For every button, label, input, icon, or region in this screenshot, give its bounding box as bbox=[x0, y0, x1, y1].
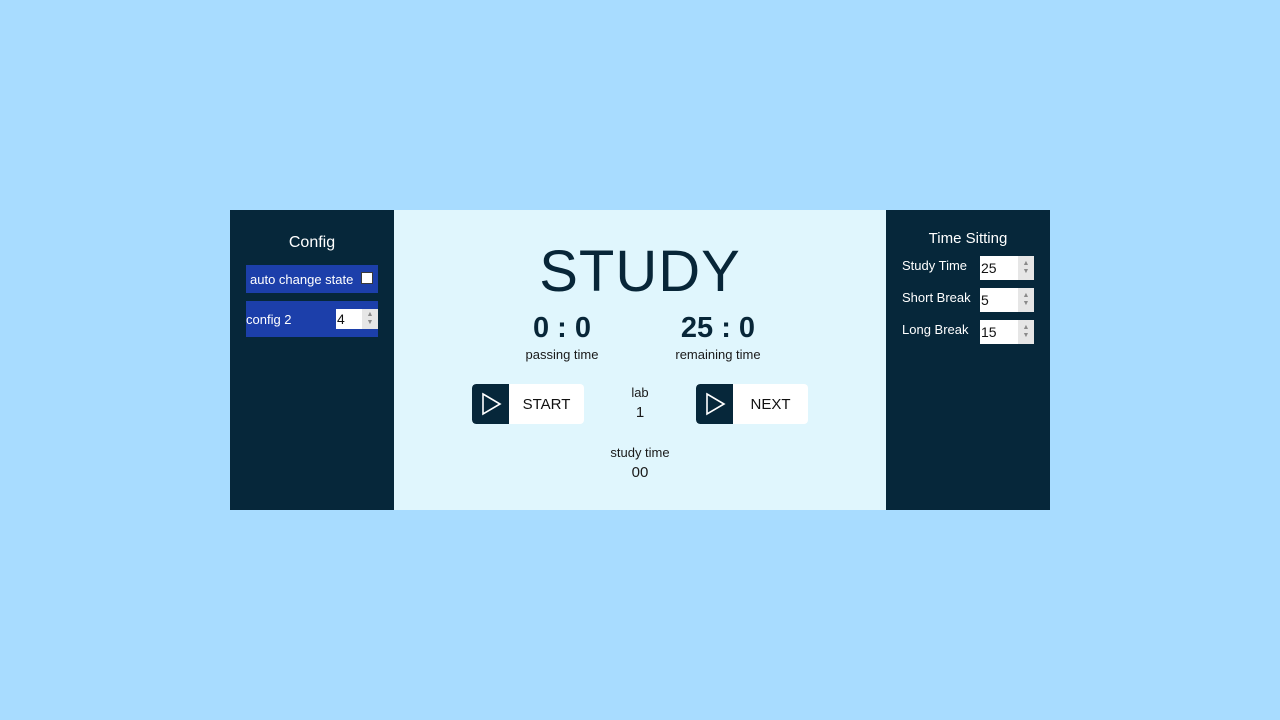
config-2-spinbox[interactable]: 4 ▲ ▼ bbox=[336, 309, 378, 329]
study-time-setting-row: Study Time 25 ▲ ▼ bbox=[886, 256, 1050, 280]
study-time-label: study time bbox=[610, 445, 670, 460]
state-title: STUDY bbox=[539, 239, 741, 304]
spin-arrows[interactable]: ▲ ▼ bbox=[1018, 320, 1034, 344]
pomodoro-app: Config auto change state config 2 4 ▲ ▼ … bbox=[230, 210, 1050, 510]
config-2-row: config 2 4 ▲ ▼ bbox=[246, 301, 378, 337]
remaining-time-display: 25 : 0 remaining time bbox=[658, 312, 778, 362]
long-break-spinbox[interactable]: 15 ▲ ▼ bbox=[980, 320, 1034, 344]
spin-down-icon[interactable]: ▼ bbox=[1023, 300, 1030, 308]
time-setting-panel: Time Sitting Study Time 25 ▲ ▼ Short Bre… bbox=[886, 210, 1050, 510]
lab-label: lab bbox=[631, 385, 649, 400]
lab-value: 1 bbox=[635, 404, 645, 421]
short-break-setting-row: Short Break 5 ▲ ▼ bbox=[886, 288, 1050, 312]
study-time-value: 00 bbox=[631, 464, 649, 481]
config-panel: Config auto change state config 2 4 ▲ ▼ bbox=[230, 210, 394, 510]
study-time-setting-value[interactable]: 25 bbox=[980, 260, 1018, 276]
auto-change-state-label: auto change state bbox=[250, 271, 354, 287]
spin-arrows[interactable]: ▲ ▼ bbox=[1018, 256, 1034, 280]
long-break-setting-label: Long Break bbox=[902, 322, 969, 337]
spin-down-icon[interactable]: ▼ bbox=[367, 319, 374, 327]
spin-up-icon[interactable]: ▲ bbox=[1023, 260, 1030, 268]
short-break-setting-label: Short Break bbox=[902, 290, 971, 305]
passing-time-value: 0 : 0 bbox=[532, 312, 592, 344]
spin-arrows[interactable]: ▲ ▼ bbox=[1018, 288, 1034, 312]
spin-up-icon[interactable]: ▲ bbox=[1023, 324, 1030, 332]
long-break-setting-value[interactable]: 15 bbox=[980, 324, 1018, 340]
remaining-time-label: remaining time bbox=[675, 347, 761, 362]
short-break-spinbox[interactable]: 5 ▲ ▼ bbox=[980, 288, 1034, 312]
next-button-label: NEXT bbox=[750, 395, 791, 413]
auto-change-state-row: auto change state bbox=[246, 265, 378, 293]
next-button[interactable]: NEXT bbox=[696, 384, 808, 424]
spin-arrows[interactable]: ▲ ▼ bbox=[362, 309, 378, 329]
main-timer-area: STUDY 0 : 0 passing time 25 : 0 remainin… bbox=[394, 210, 886, 510]
time-setting-title: Time Sitting bbox=[928, 230, 1008, 247]
passing-time-label: passing time bbox=[525, 347, 599, 362]
auto-change-state-checkbox[interactable] bbox=[361, 272, 373, 284]
spin-down-icon[interactable]: ▼ bbox=[1023, 332, 1030, 340]
study-time-display: study time 00 bbox=[580, 445, 700, 481]
passing-time-display: 0 : 0 passing time bbox=[512, 312, 612, 362]
lab-display: lab 1 bbox=[590, 385, 690, 421]
remaining-time-value: 25 : 0 bbox=[680, 312, 756, 344]
config-title: Config bbox=[288, 234, 336, 251]
long-break-setting-row: Long Break 15 ▲ ▼ bbox=[886, 320, 1050, 344]
study-time-spinbox[interactable]: 25 ▲ ▼ bbox=[980, 256, 1034, 280]
short-break-setting-value[interactable]: 5 bbox=[980, 292, 1018, 308]
study-time-setting-label: Study Time bbox=[902, 258, 968, 273]
start-button[interactable]: START bbox=[472, 384, 584, 424]
spin-up-icon[interactable]: ▲ bbox=[367, 311, 374, 319]
config-2-label: config 2 bbox=[246, 311, 292, 327]
spin-down-icon[interactable]: ▼ bbox=[1023, 268, 1030, 276]
spin-up-icon[interactable]: ▲ bbox=[1023, 292, 1030, 300]
config-2-value[interactable]: 4 bbox=[336, 311, 362, 327]
play-icon bbox=[696, 384, 733, 424]
start-button-label: START bbox=[522, 395, 571, 413]
play-icon bbox=[472, 384, 509, 424]
